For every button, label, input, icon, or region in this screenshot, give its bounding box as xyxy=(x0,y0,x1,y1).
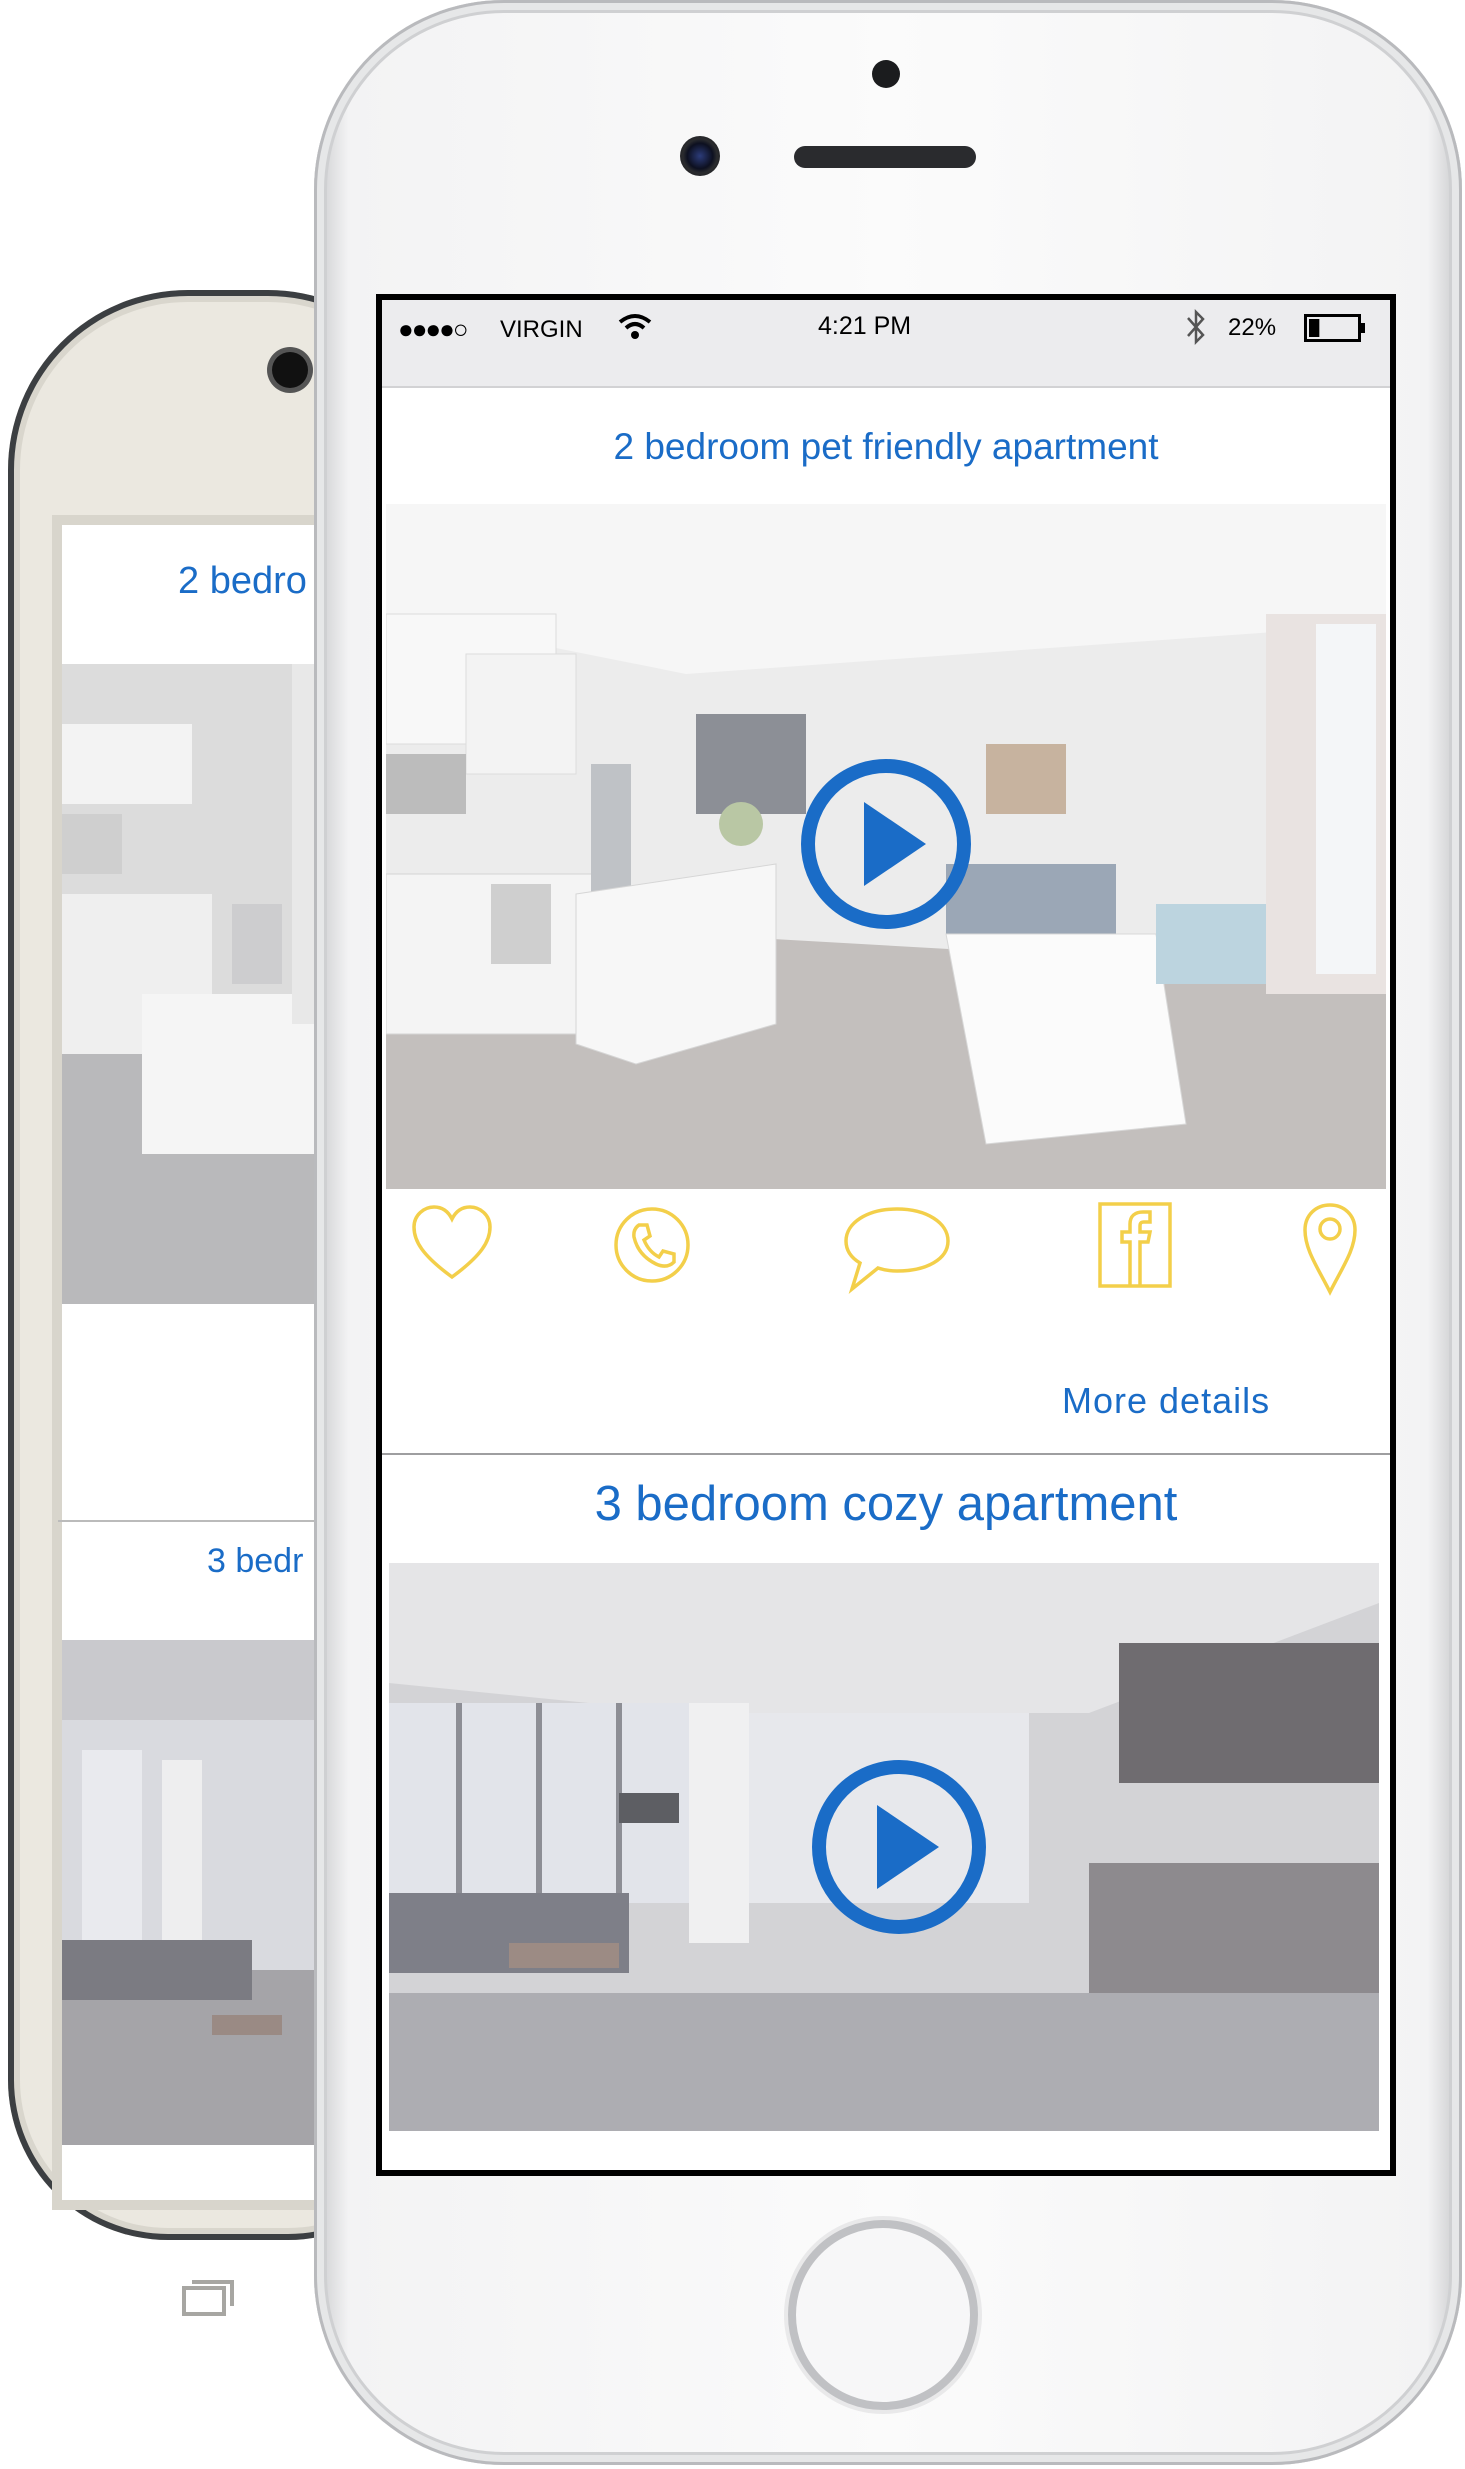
wifi-icon xyxy=(618,314,652,339)
bluetooth-icon xyxy=(1187,308,1205,346)
listing-divider xyxy=(382,1453,1390,1455)
front-camera-icon xyxy=(680,136,720,176)
battery-icon xyxy=(1304,314,1365,342)
phone-icon[interactable] xyxy=(612,1203,692,1287)
more-details-link[interactable]: More details xyxy=(1062,1380,1270,1422)
facebook-icon[interactable] xyxy=(1098,1202,1172,1288)
battery-fill xyxy=(1309,319,1320,337)
location-pin-icon[interactable] xyxy=(1302,1202,1358,1296)
listing-title-2[interactable]: 3 bedroom cozy apartment xyxy=(382,1476,1390,1532)
signal-strength: ●●●●○ xyxy=(398,314,469,344)
listing-photo-2[interactable] xyxy=(389,1563,1379,2131)
back-phone-camera xyxy=(272,352,308,388)
back-divider xyxy=(58,1520,358,1522)
home-button[interactable] xyxy=(788,2220,978,2410)
back-listing-title-1[interactable]: 2 bedro xyxy=(178,560,307,603)
status-time: 4:21 PM xyxy=(818,312,912,340)
listing-title-1[interactable]: 2 bedroom pet friendly apartment xyxy=(382,426,1390,468)
recents-icon[interactable] xyxy=(180,2278,236,2318)
listing-photo-1[interactable] xyxy=(386,504,1386,1189)
screen-bottom-bar xyxy=(382,2160,1390,2168)
chat-icon[interactable] xyxy=(842,1205,952,1295)
back-listing-title-2[interactable]: 3 bedr xyxy=(207,1542,303,1581)
carrier-name: VIRGIN xyxy=(500,316,583,343)
earpiece-speaker xyxy=(794,146,976,168)
heart-icon[interactable] xyxy=(412,1205,492,1285)
battery-percent: 22% xyxy=(1228,314,1277,341)
front-sensor xyxy=(872,60,900,88)
